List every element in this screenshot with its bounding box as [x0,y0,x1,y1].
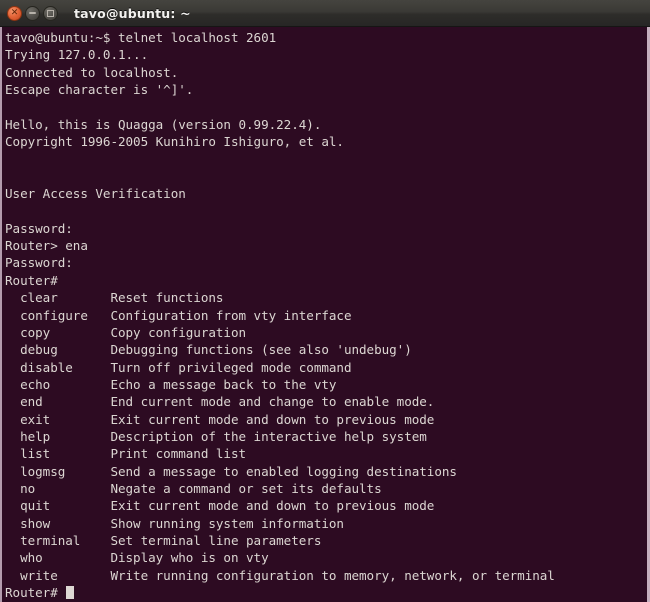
terminal-prompt-line[interactable]: Router# [5,584,647,601]
terminal-line: clear Reset functions [5,290,224,306]
window-title: tavo@ubuntu: ~ [74,5,191,21]
terminal-line: Trying 127.0.0.1... [5,47,149,63]
maximize-button[interactable] [43,5,58,21]
terminal-line: end End current mode and change to enabl… [5,394,435,410]
terminal-line: tavo@ubuntu:~$ telnet localhost 2601 [5,30,277,45]
terminal-line: quit Exit current mode and down to previ… [5,498,435,514]
terminal-line: Router> ena [5,238,88,254]
terminal-line: echo Echo a message back to the vty [5,376,337,392]
window-titlebar[interactable]: ✕ tavo@ubuntu: ~ [0,0,650,27]
terminal-line: help Description of the interactive help… [5,428,427,444]
terminal-line: Connected to localhost. [5,64,179,80]
terminal-line: show Show running system information [5,515,344,531]
terminal-line: copy Copy configuration [5,324,247,340]
close-icon: ✕ [10,7,19,18]
close-button[interactable]: ✕ [7,5,22,21]
terminal-line: logmsg Send a message to enabled logging… [5,463,457,479]
terminal-line: User Access Verification [5,186,186,202]
terminal-line: Escape character is '^]'. [5,82,194,98]
terminal-line: Copyright 1996-2005 Kunihiro Ishiguro, e… [5,134,344,150]
terminal-line: list Print command list [5,446,247,462]
terminal-line: Router# [5,272,58,288]
terminal-line: Hello, this is Quagga (version 0.99.22.4… [5,116,322,132]
terminal-line: disable Turn off privileged mode command [5,359,352,375]
terminal-line: who Display who is on vty [5,550,269,566]
terminal-line: no Negate a command or set its defaults [5,480,382,496]
minimize-button[interactable] [25,5,40,21]
terminal-prompt-text: Router# [5,585,66,600]
terminal-line: Password: [5,220,73,236]
maximize-icon [47,9,54,17]
terminal-cursor [66,586,74,599]
terminal-line: configure Configuration from vty interfa… [5,307,352,323]
terminal-line: Password: [5,255,73,271]
terminal-window: ✕ tavo@ubuntu: ~ tavo@ubuntu:~$ telnet l… [0,0,650,602]
minimize-icon [29,12,36,14]
terminal-line: debug Debugging functions (see also 'und… [5,342,412,358]
terminal-line: write Write running configuration to mem… [5,567,555,583]
terminal-body[interactable]: tavo@ubuntu:~$ telnet localhost 2601 Tryi… [0,27,650,602]
terminal-line: terminal Set terminal line parameters [5,532,322,548]
terminal-line: exit Exit current mode and down to previ… [5,411,435,427]
terminal-output[interactable]: tavo@ubuntu:~$ telnet localhost 2601 Tryi… [5,29,647,602]
